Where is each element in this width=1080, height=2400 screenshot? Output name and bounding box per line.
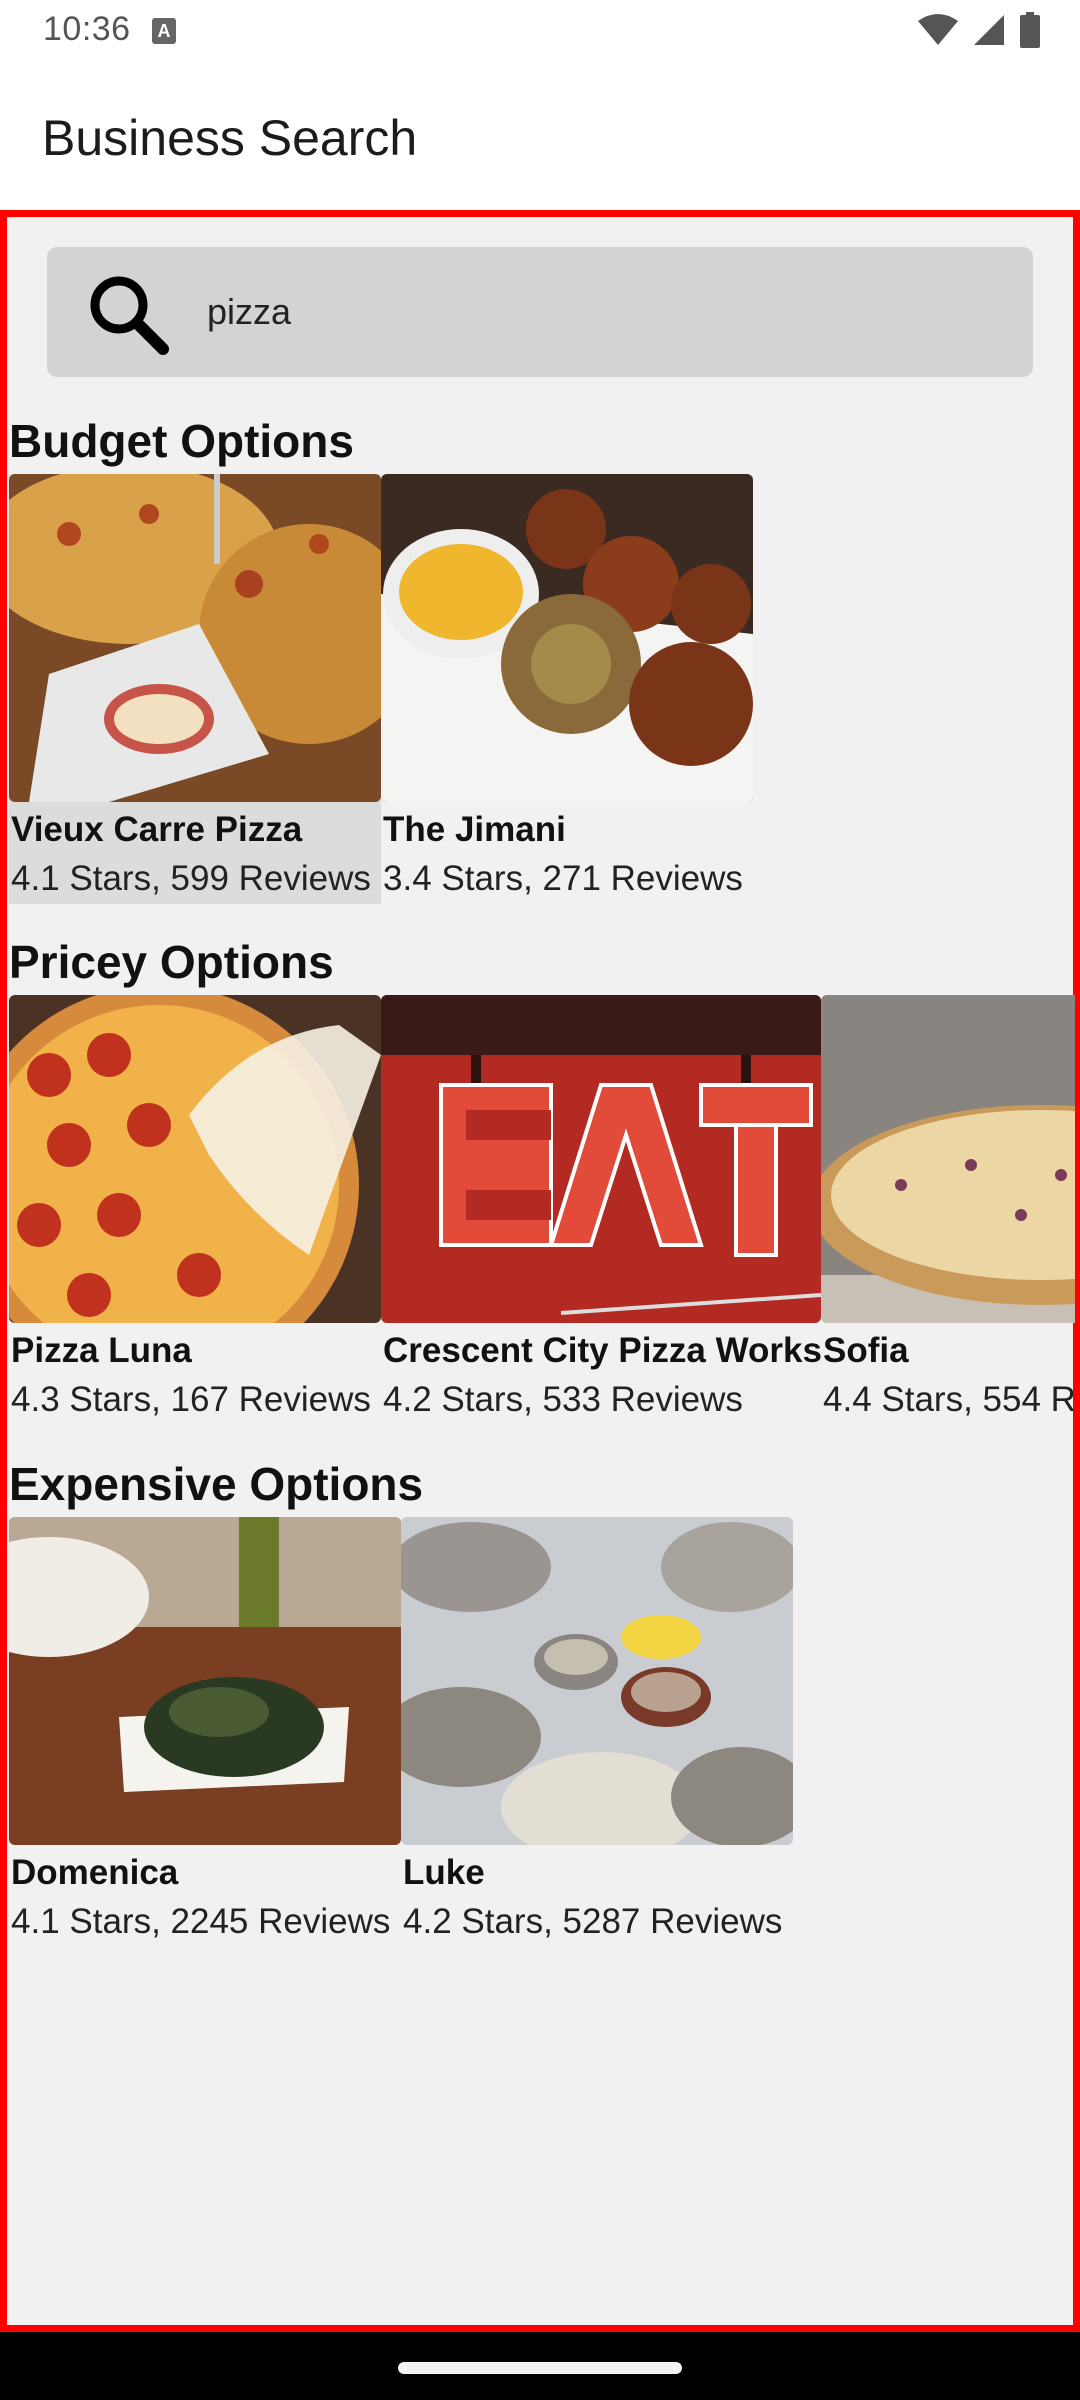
business-photo [9,474,381,802]
status-bar: 10:36 A [0,0,1080,64]
business-photo [381,995,821,1323]
business-card-vieux-carre-pizza[interactable]: Vieux Carre Pizza 4.1 Stars, 599 Reviews [9,474,381,904]
business-card-domenica[interactable]: Domenica 4.1 Stars, 2245 Reviews [9,1517,401,1947]
search-input[interactable] [207,287,987,337]
business-card-sofia[interactable]: Sofia 4.4 Stars, 554 Reviews [821,995,1075,1425]
expensive-options-row[interactable]: Domenica 4.1 Stars, 2245 Reviews Luke 4.… [9,1517,1075,1947]
business-photo [9,995,381,1323]
status-time: 10:36 [43,10,131,48]
business-photo [821,995,1075,1323]
business-name: Domenica [11,1853,179,1892]
business-photo [9,1517,401,1845]
business-card-the-jimani[interactable]: The Jimani 3.4 Stars, 271 Reviews [381,474,753,904]
business-name: Crescent City Pizza Works [383,1331,822,1370]
battery-icon [1020,12,1040,48]
business-photo [381,474,753,802]
results-container[interactable]: Budget Options Vieux Carre Pizza [0,210,1080,2332]
business-name: Luke [403,1853,485,1892]
business-rating: 4.2 Stars, 5287 Reviews [403,1902,783,1941]
section-title-pricey: Pricey Options [9,936,334,988]
business-rating: 4.1 Stars, 599 Reviews [11,859,371,898]
search-bar[interactable] [47,247,1033,377]
search-icon[interactable] [83,269,171,357]
business-name: Pizza Luna [11,1331,192,1370]
business-name: Vieux Carre Pizza [11,810,303,849]
business-photo [401,1517,793,1845]
business-rating: 4.2 Stars, 533 Reviews [383,1380,743,1419]
business-rating: 3.4 Stars, 271 Reviews [383,859,743,898]
wifi-icon [918,14,958,45]
page-title: Business Search [42,110,418,166]
system-nav-bar [0,2332,1080,2400]
pricey-options-row[interactable]: Pizza Luna 4.3 Stars, 167 Reviews Cresce… [9,995,1075,1425]
section-title-expensive: Expensive Options [9,1458,424,1510]
home-gesture-handle[interactable] [398,2362,682,2374]
business-rating: 4.1 Stars, 2245 Reviews [11,1902,391,1941]
business-card-pizza-luna[interactable]: Pizza Luna 4.3 Stars, 167 Reviews [9,995,381,1425]
business-rating: 4.3 Stars, 167 Reviews [11,1380,371,1419]
business-name: The Jimani [383,810,566,849]
business-rating: 4.4 Stars, 554 Reviews [823,1380,1075,1419]
app-bar: Business Search [0,64,1080,212]
notification-a-icon: A [152,18,176,44]
business-card-luke[interactable]: Luke 4.2 Stars, 5287 Reviews [401,1517,793,1947]
business-card-crescent-city-pizza-works[interactable]: Crescent City Pizza Works 4.2 Stars, 533… [381,995,822,1425]
cell-signal-icon [974,15,1004,45]
section-title-budget: Budget Options [9,415,354,467]
budget-options-row[interactable]: Vieux Carre Pizza 4.1 Stars, 599 Reviews [9,474,1075,904]
business-name: Sofia [823,1331,909,1370]
